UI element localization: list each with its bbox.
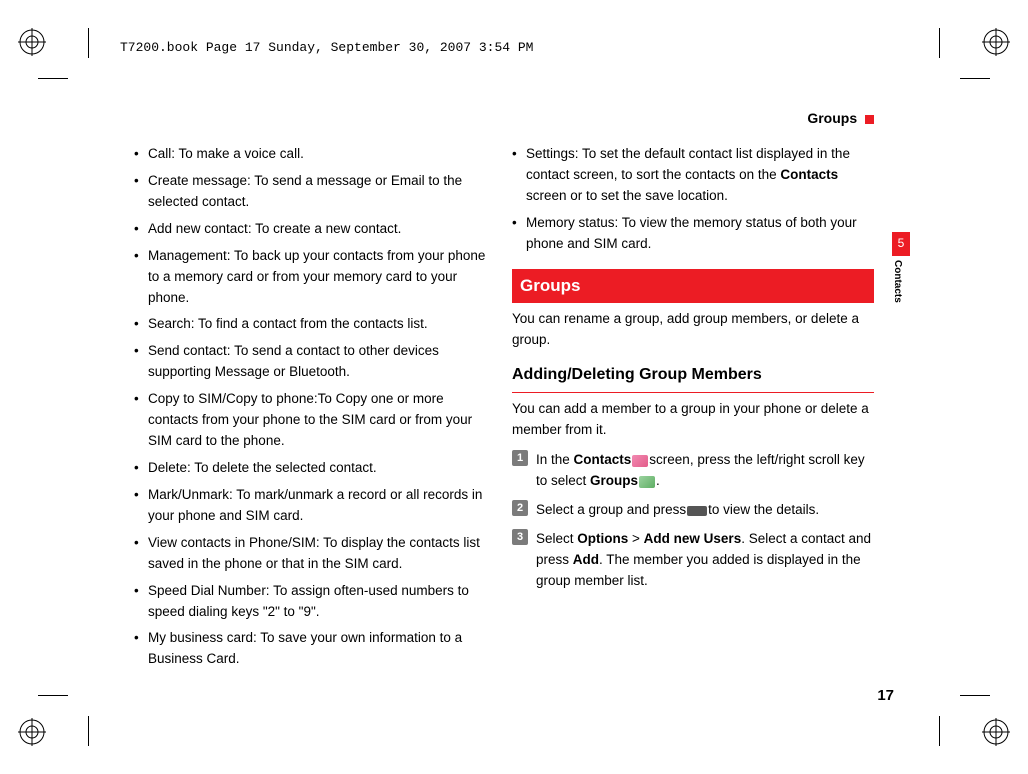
step-body: Select a group and press to view the deta… [536,500,874,521]
bold-text: Contacts [780,167,838,182]
registration-mark-icon [982,28,1010,56]
list-item: Mark/Unmark: To mark/unmark a record or … [134,485,496,527]
list-item: Call: To make a voice call. [134,144,496,165]
print-header: T7200.book Page 17 Sunday, September 30,… [120,40,533,55]
crop-mark-icon [920,58,960,98]
text: Select a group and press [536,502,686,517]
running-head-marker-icon [865,115,874,124]
list-item: Settings: To set the default contact lis… [512,144,874,207]
list-item: Send contact: To send a contact to other… [134,341,496,383]
crop-mark-icon [68,676,108,716]
list-item: Copy to SIM/Copy to phone:To Copy one or… [134,389,496,452]
step-number-icon: 1 [512,450,528,466]
text: . [656,473,660,488]
running-head: Groups [134,110,874,126]
step-body: In the Contactsscreen, press the left/ri… [536,450,874,492]
running-head-text: Groups [807,110,857,126]
step-number-icon: 2 [512,500,528,516]
text: In the [536,452,574,467]
subsection-intro: You can add a member to a group in your … [512,399,874,441]
bold-text: Options [577,531,628,546]
page-content: Groups Call: To make a voice call. Creat… [134,110,874,676]
list-item: View contacts in Phone/SIM: To display t… [134,533,496,575]
bold-text: Groups [590,473,638,488]
bold-text: Contacts [574,452,632,467]
list-item: Delete: To delete the selected contact. [134,458,496,479]
step-2: 2 Select a group and press to view the de… [512,500,874,521]
registration-mark-icon [18,718,46,746]
thumb-tab-number: 5 [892,232,910,256]
crop-mark-icon [920,676,960,716]
thumb-tab-label: Contacts [892,256,903,303]
crop-mark-icon [68,58,108,98]
step-number-icon: 3 [512,529,528,545]
right-column: Settings: To set the default contact lis… [512,144,874,676]
step-1: 1 In the Contactsscreen, press the left/… [512,450,874,492]
list-item: Search: To find a contact from the conta… [134,314,496,335]
ok-button-icon [687,506,707,516]
registration-mark-icon [982,718,1010,746]
step-3: 3 Select Options > Add new Users. Select… [512,529,874,592]
list-item: Memory status: To view the memory status… [512,213,874,255]
text: > [628,531,643,546]
step-body: Select Options > Add new Users. Select a… [536,529,874,592]
contacts-icon [632,455,648,467]
registration-mark-icon [18,28,46,56]
list-item: Management: To back up your contacts fro… [134,246,496,309]
options-list-left: Call: To make a voice call. Create messa… [134,144,496,670]
groups-icon [639,476,655,488]
text: to view the details. [708,502,819,517]
bold-text: Add new Users [644,531,742,546]
section-heading-groups: Groups [512,269,874,303]
left-column: Call: To make a voice call. Create messa… [134,144,496,676]
list-item: My business card: To save your own infor… [134,628,496,670]
section-intro: You can rename a group, add group member… [512,309,874,351]
thumb-tab: 5 Contacts [892,232,910,303]
options-list-right: Settings: To set the default contact lis… [512,144,874,255]
list-item: Create message: To send a message or Ema… [134,171,496,213]
page-number: 17 [877,687,894,704]
subsection-heading: Adding/Deleting Group Members [512,363,874,393]
list-item: Add new contact: To create a new contact… [134,219,496,240]
list-item: Speed Dial Number: To assign often-used … [134,581,496,623]
bold-text: Add [573,552,599,567]
text: Select [536,531,577,546]
text: screen or to set the save location. [526,188,728,203]
